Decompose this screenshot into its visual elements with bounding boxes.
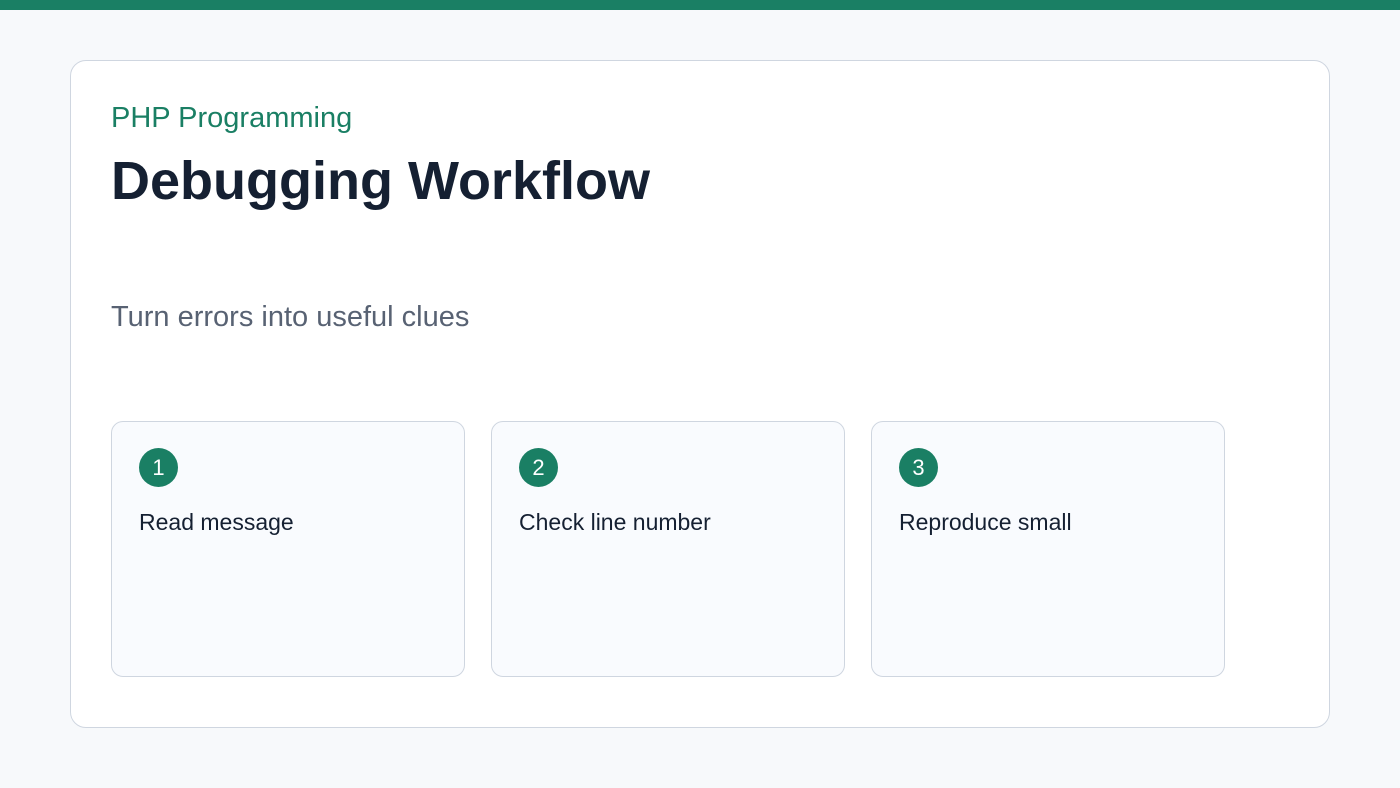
step-label: Reproduce small bbox=[899, 509, 1072, 535]
step-number-badge: 1 bbox=[139, 448, 178, 487]
course-label: PHP Programming bbox=[111, 102, 353, 134]
step-card-read-message: 1 Read message bbox=[111, 421, 465, 677]
step-label: Read message bbox=[139, 509, 294, 535]
step-card-check-line-number: 2 Check line number bbox=[491, 421, 845, 677]
step-number-badge: 3 bbox=[899, 448, 938, 487]
page-title: Debugging Workflow bbox=[111, 151, 650, 211]
content-card: PHP Programming Debugging Workflow Turn … bbox=[70, 60, 1330, 728]
step-card-reproduce-small: 3 Reproduce small bbox=[871, 421, 1225, 677]
page-subtitle: Turn errors into useful clues bbox=[111, 301, 470, 333]
step-number-badge: 2 bbox=[519, 448, 558, 487]
top-accent-bar bbox=[0, 0, 1400, 10]
step-label: Check line number bbox=[519, 509, 711, 535]
steps-list: 1 Read message 2 Check line number 3 Rep… bbox=[111, 421, 1229, 679]
